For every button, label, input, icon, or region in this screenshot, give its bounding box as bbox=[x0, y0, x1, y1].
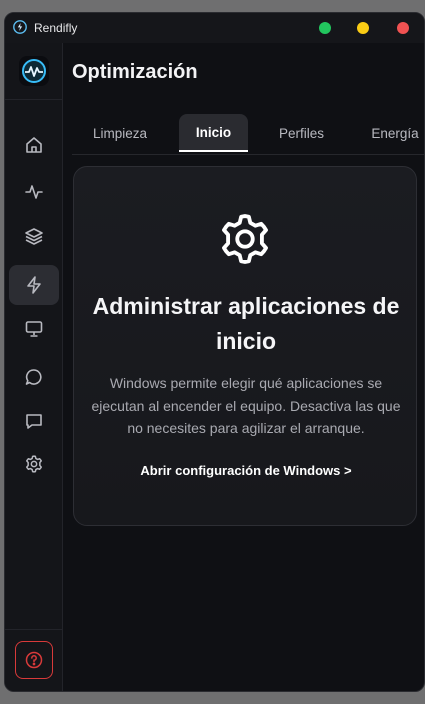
tab-energia[interactable]: Energía bbox=[360, 114, 424, 152]
maximize-button[interactable] bbox=[319, 22, 331, 34]
sidebar-item-chat-circle[interactable] bbox=[9, 357, 59, 397]
activity-icon bbox=[25, 185, 43, 199]
layers-icon bbox=[25, 228, 43, 245]
tab-bar: Limpieza Inicio Perfiles Energía bbox=[63, 103, 424, 155]
home-icon bbox=[26, 137, 42, 153]
card-description: Windows permite elegir qué aplicaciones … bbox=[91, 375, 401, 436]
help-icon bbox=[25, 651, 43, 669]
sidebar-item-home[interactable] bbox=[9, 125, 59, 165]
sidebar-divider bbox=[5, 99, 63, 100]
open-windows-settings-link[interactable]: Abrir configuración de Windows > bbox=[94, 463, 398, 478]
gear-icon bbox=[222, 214, 268, 264]
sidebar-item-chat-square[interactable] bbox=[9, 401, 59, 441]
sidebar-item-settings[interactable] bbox=[9, 444, 59, 484]
monitor-icon bbox=[25, 321, 43, 337]
sidebar bbox=[5, 43, 63, 691]
chat-circle-icon bbox=[25, 369, 42, 385]
title-bar: Rendifly bbox=[5, 13, 424, 43]
tab-perfiles[interactable]: Perfiles bbox=[262, 114, 341, 152]
gear-icon bbox=[26, 455, 42, 473]
sidebar-item-optimization[interactable] bbox=[9, 265, 59, 305]
sidebar-item-monitor[interactable] bbox=[9, 309, 59, 349]
sidebar-item-activity[interactable] bbox=[9, 172, 59, 212]
chat-square-icon bbox=[26, 414, 42, 429]
app-window: Rendifly Optimización Limpieza Inicio Pe… bbox=[4, 12, 425, 692]
sidebar-item-layers[interactable] bbox=[9, 216, 59, 256]
page-title: Optimización bbox=[72, 61, 198, 83]
close-button[interactable] bbox=[397, 22, 409, 34]
help-button[interactable] bbox=[15, 641, 53, 679]
app-logo-icon bbox=[13, 20, 27, 34]
sidebar-bottom-divider bbox=[5, 629, 63, 630]
lightning-icon bbox=[27, 276, 41, 294]
card-title: Administrar aplicaciones de inicio bbox=[92, 293, 400, 354]
tab-inicio[interactable]: Inicio bbox=[179, 114, 248, 152]
main-content: Optimización Limpieza Inicio Perfiles En… bbox=[63, 43, 424, 691]
window-title: Rendifly bbox=[34, 21, 78, 35]
tabs-divider bbox=[72, 154, 424, 155]
startup-apps-card: Administrar aplicaciones de inicio Windo… bbox=[73, 166, 417, 526]
tab-limpieza[interactable]: Limpieza bbox=[80, 114, 160, 152]
minimize-button[interactable] bbox=[357, 22, 369, 34]
logo bbox=[19, 56, 49, 86]
pulse-logo-icon bbox=[22, 59, 46, 83]
